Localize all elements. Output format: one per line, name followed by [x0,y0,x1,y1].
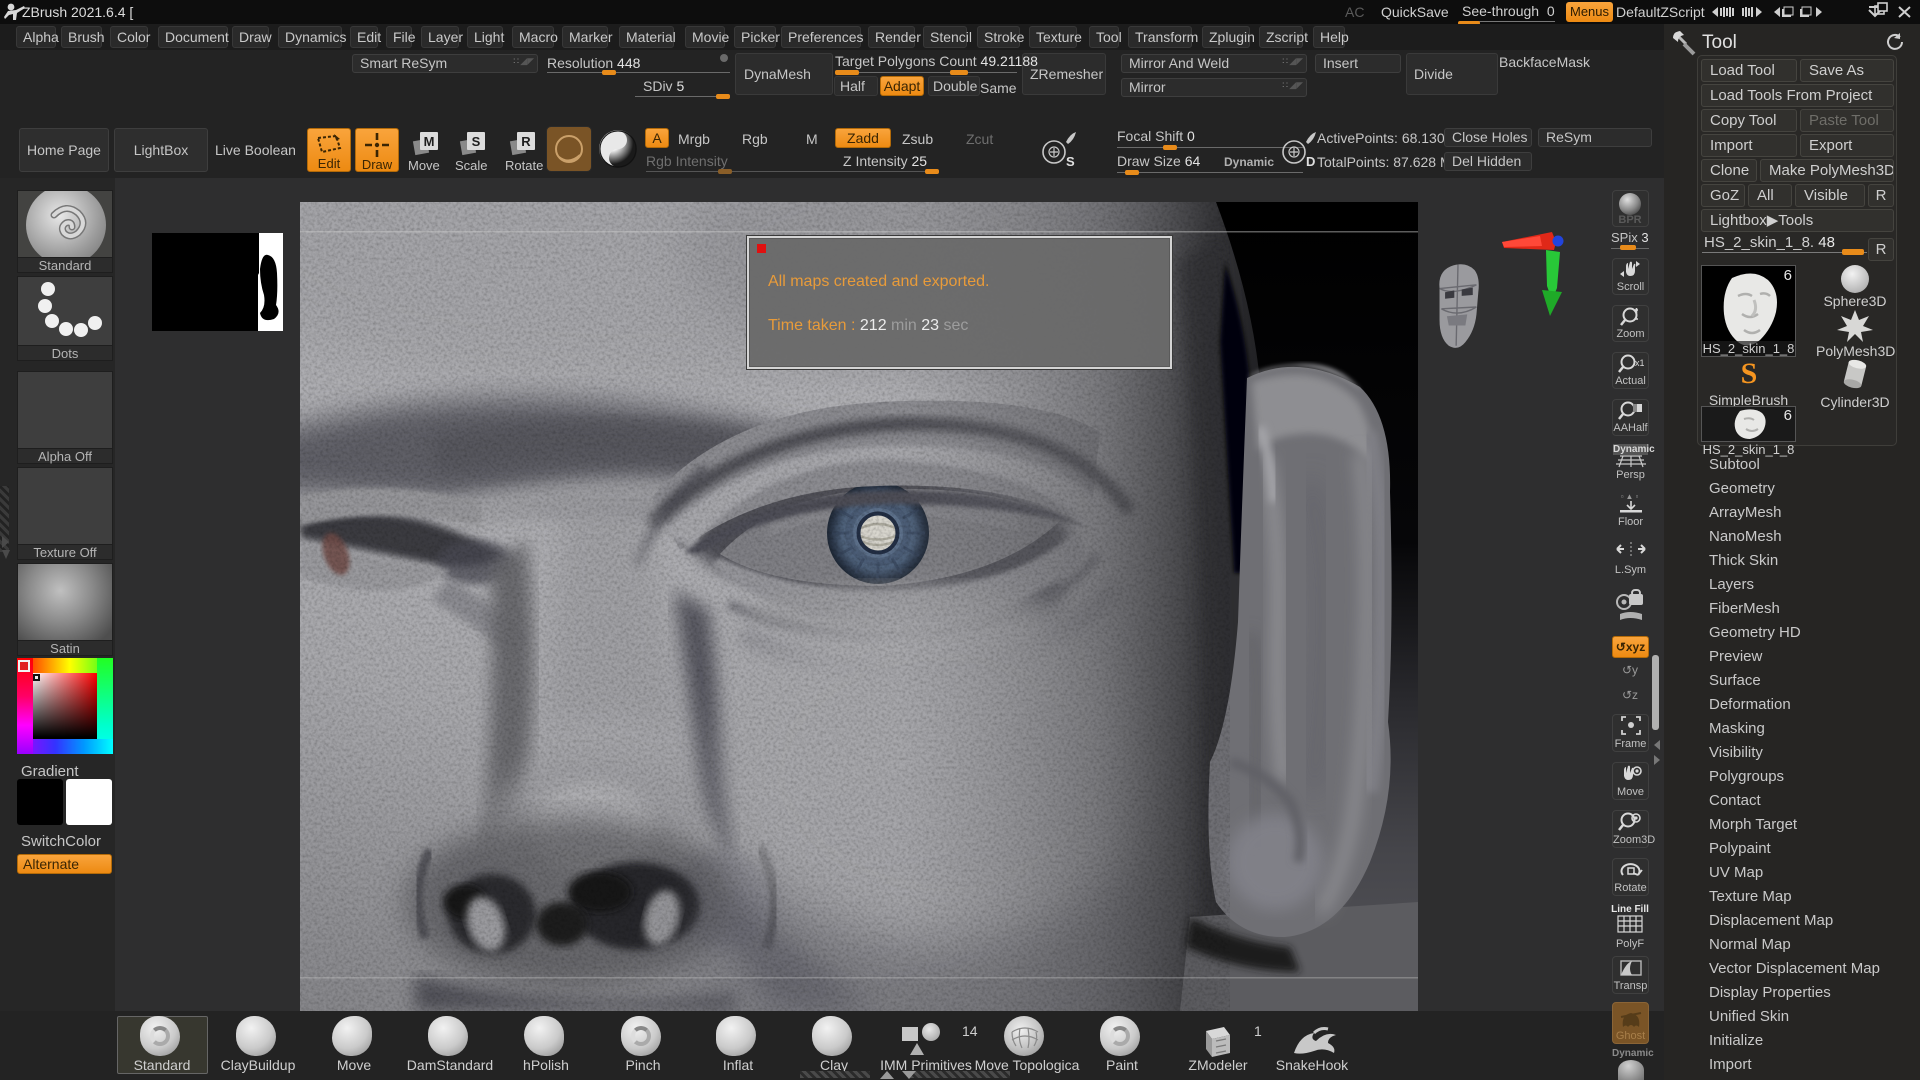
svg-text:R: R [521,134,531,149]
svg-text:M: M [424,134,435,149]
svg-text:x1: x1 [1635,358,1644,368]
svg-text:S: S [1066,154,1075,169]
svg-text:BPR: BPR [1618,214,1641,226]
svg-text:D: D [1306,154,1315,169]
svg-text:S: S [1740,357,1757,389]
svg-text:S: S [472,134,481,149]
